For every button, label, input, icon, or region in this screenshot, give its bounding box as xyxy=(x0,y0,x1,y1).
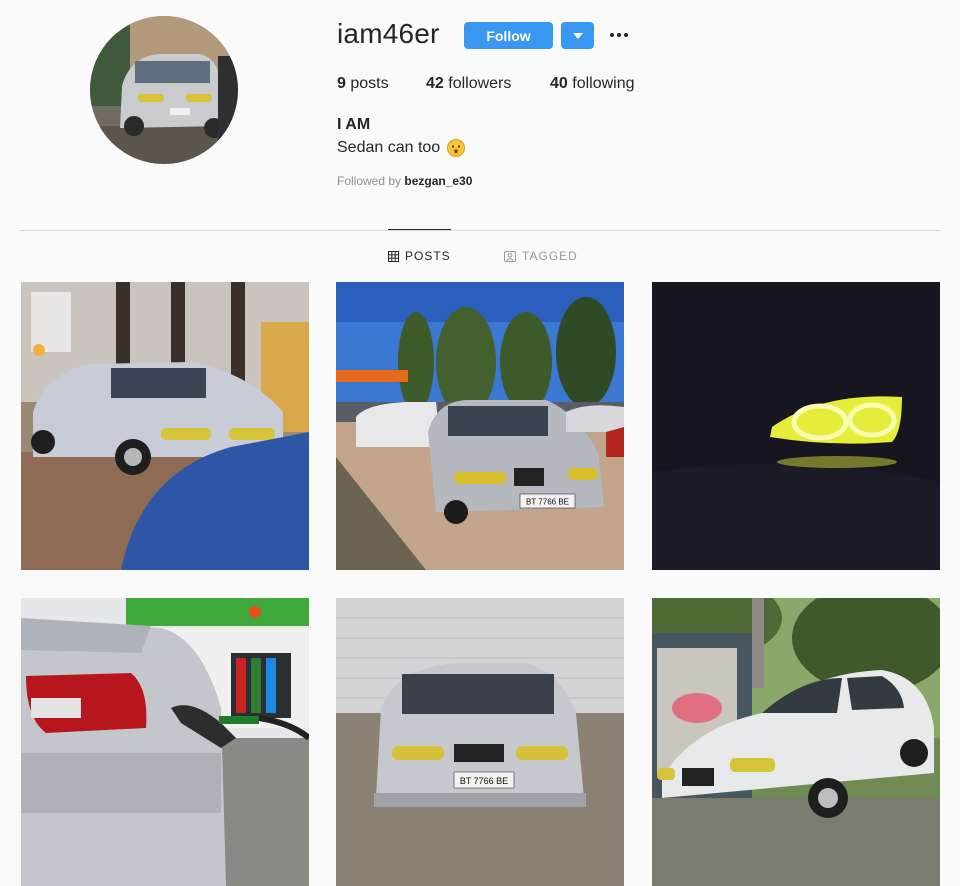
tab-posts[interactable]: POSTS xyxy=(388,229,451,282)
more-options-button[interactable] xyxy=(608,24,630,46)
post-tile[interactable]: BT 7766 BE xyxy=(336,282,624,570)
post-tile[interactable]: BT 7766 BE xyxy=(336,598,624,886)
following-link[interactable]: 40 following xyxy=(550,75,635,93)
post-tile[interactable] xyxy=(652,598,940,886)
profile-avatar[interactable] xyxy=(90,16,238,164)
caret-down-icon xyxy=(572,32,583,39)
posts-count: 9 posts xyxy=(337,75,389,92)
post-tile[interactable] xyxy=(21,598,309,886)
follow-button[interactable]: Follow xyxy=(464,22,553,49)
license-plate: BT 7766 BE xyxy=(460,776,508,786)
bio-text: Sedan can too xyxy=(337,139,441,156)
tagged-person-icon xyxy=(504,250,516,262)
post-tile[interactable] xyxy=(21,282,309,570)
ellipsis-icon xyxy=(610,33,614,37)
suggestions-dropdown-button[interactable] xyxy=(561,22,594,49)
profile-full-name: I AM xyxy=(337,116,371,133)
hushed-face-emoji-icon xyxy=(447,139,466,157)
license-plate: BT 7766 BE xyxy=(526,498,569,507)
followers-link[interactable]: 42 followers xyxy=(426,75,511,93)
followed-by: Followed by bezgan_e30 xyxy=(337,174,473,188)
post-tile[interactable] xyxy=(652,282,940,570)
grid-icon xyxy=(388,250,399,262)
profile-username: iam46er xyxy=(337,18,440,49)
profile-divider xyxy=(20,230,940,231)
tab-tagged[interactable]: TAGGED xyxy=(504,230,578,282)
profile-bio: Sedan can too xyxy=(337,139,466,157)
followed-by-user-link[interactable]: bezgan_e30 xyxy=(404,174,472,188)
